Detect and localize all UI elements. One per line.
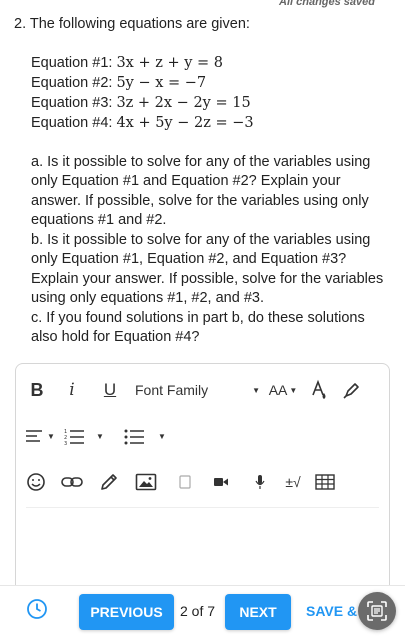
italic-icon: i (69, 380, 75, 400)
equation-1: Equation #1: 3x + z + y = 8 (31, 54, 390, 74)
next-button[interactable]: NEXT (225, 594, 291, 630)
microphone-button[interactable] (252, 474, 268, 490)
equation-2: Equation #2: 5y − x = −7 (31, 74, 390, 94)
chevron-down-icon: ▼ (47, 431, 55, 441)
pencil-icon (101, 474, 117, 490)
underline-button[interactable]: U (100, 380, 120, 400)
formula-button[interactable]: ±√ (278, 474, 308, 490)
equation-math: 5y − x = −7 (116, 74, 207, 91)
highlight-icon (343, 383, 359, 399)
formula-icon: ±√ (285, 474, 301, 490)
bullet-list-button[interactable]: ▼ (116, 427, 174, 445)
emoji-button[interactable] (24, 472, 48, 492)
part-b: b. Is it possible to solve for any of th… (31, 231, 384, 307)
checkbox-icon (179, 475, 191, 489)
part-a: a. Is it possible to solve for any of th… (31, 153, 371, 229)
font-size-button[interactable]: AA ▼ (263, 382, 303, 398)
numbered-list-button[interactable]: 123 ▼ (64, 427, 104, 445)
emoji-icon (27, 473, 45, 491)
clock-icon (27, 599, 47, 619)
question-title: 2. The following equations are given: (14, 16, 250, 32)
bold-button[interactable]: B (27, 380, 47, 401)
chevron-down-icon: ▼ (252, 385, 260, 395)
link-icon (61, 477, 83, 487)
equation-label: Equation #2: (31, 74, 113, 91)
align-button[interactable]: ▼ (23, 428, 57, 444)
microphone-icon (255, 475, 265, 489)
history-button[interactable] (26, 598, 48, 625)
equation-label: Equation #1: (31, 54, 113, 71)
image-button[interactable] (134, 473, 158, 491)
pencil-button[interactable] (97, 472, 121, 492)
previous-button[interactable]: PREVIOUS (79, 594, 174, 630)
table-button[interactable] (313, 474, 337, 490)
chevron-down-icon: ▼ (289, 385, 298, 395)
chevron-down-icon: ▼ (96, 431, 104, 441)
scan-button[interactable] (358, 592, 396, 630)
text-color-button[interactable] (308, 379, 330, 401)
answer-editor[interactable]: B i U Font Family ▼ AA ▼ ▼ 123 ▼ ▼ ±√ (15, 363, 390, 603)
underline-icon: U (103, 380, 117, 399)
align-icon (26, 430, 43, 442)
font-size-icon: AA (268, 382, 288, 398)
text-color-icon (312, 379, 326, 399)
save-status: All changes saved (279, 0, 375, 8)
part-c: c. If you found solutions in part b, do … (31, 309, 365, 346)
checkbox-button[interactable] (176, 475, 194, 489)
toolbar-row-1: B i U Font Family ▼ AA ▼ (16, 375, 389, 405)
equation-label: Equation #4: (31, 114, 113, 131)
toolbar-row-2: ▼ 123 ▼ ▼ (16, 421, 389, 451)
equation-3: Equation #3: 3z + 2x − 2y = 15 (31, 94, 390, 114)
chevron-down-icon: ▼ (158, 431, 166, 441)
video-button[interactable] (211, 476, 231, 488)
bullet-list-icon (124, 429, 145, 445)
equation-4: Equation #4: 4x + 5y − 2z = −3 (31, 114, 390, 134)
equation-math: 3z + 2x − 2y = 15 (116, 94, 251, 111)
svg-text:3: 3 (64, 441, 67, 445)
highlight-button[interactable] (341, 380, 363, 400)
toolbar-row-3: ±√ (16, 467, 389, 497)
link-button[interactable] (60, 475, 84, 489)
equation-label: Equation #3: (31, 94, 113, 111)
italic-button[interactable]: i (63, 380, 81, 400)
font-family-value: Font Family (135, 382, 209, 398)
question-parts: a. Is it possible to solve for any of th… (14, 153, 390, 348)
equation-math: 3x + z + y = 8 (116, 54, 223, 71)
question-block: 2. The following equations are given: Eq… (14, 15, 390, 348)
toolbar-divider (26, 507, 379, 508)
footer-bar: PREVIOUS 2 of 7 NEXT SAVE & E (0, 585, 405, 640)
numbered-list-icon: 123 (64, 429, 85, 445)
equation-math: 4x + 5y − 2z = −3 (116, 114, 254, 131)
video-icon (214, 478, 228, 486)
equation-list: Equation #1: 3x + z + y = 8 Equation #2:… (14, 54, 390, 134)
scan-icon (367, 601, 387, 621)
bold-icon: B (30, 379, 44, 400)
font-family-select[interactable]: Font Family ▼ (135, 382, 260, 398)
page-indicator: 2 of 7 (180, 603, 216, 619)
image-icon (135, 473, 157, 491)
table-icon (315, 474, 335, 490)
